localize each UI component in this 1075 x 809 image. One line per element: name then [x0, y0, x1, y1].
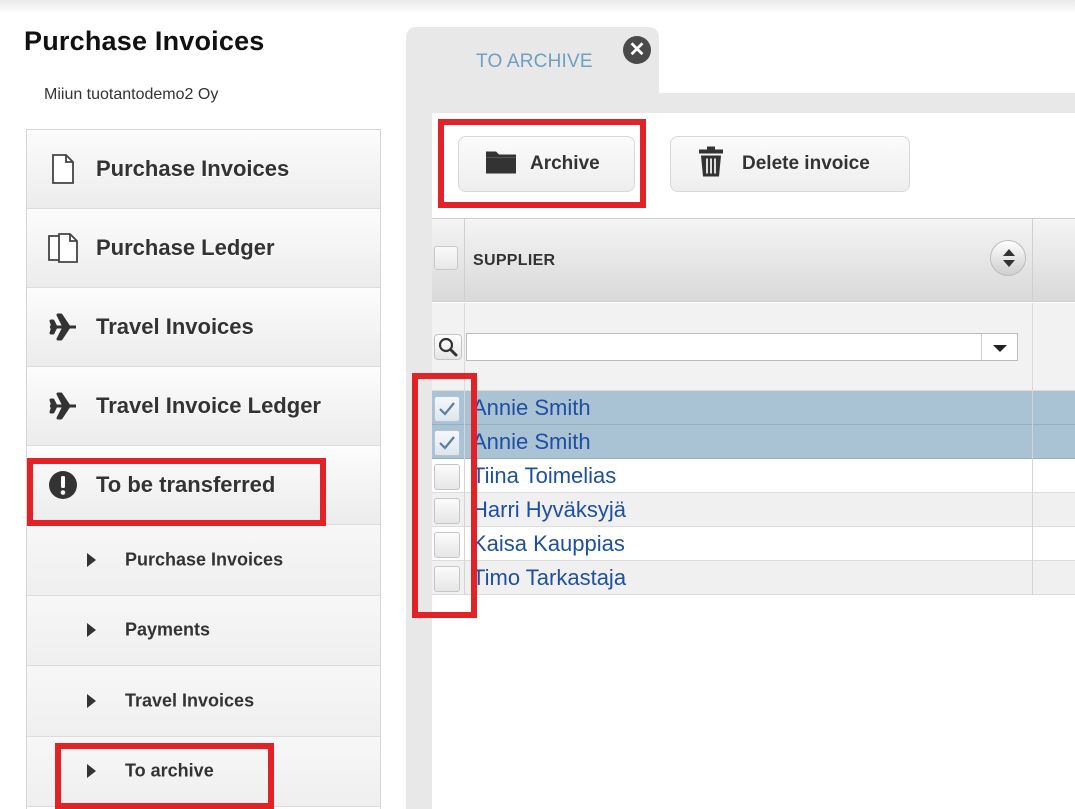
sidebar-subitem-label: Payments — [125, 619, 211, 640]
column-divider — [1032, 391, 1033, 425]
column-divider — [464, 391, 465, 425]
sidebar-item-label: To be transferred — [96, 472, 276, 497]
chevron-down-icon — [993, 345, 1007, 352]
sidebar-item-purchase-invoices[interactable]: Purchase Invoices — [27, 130, 380, 209]
sidebar-item-to-be-transferred[interactable]: To be transferred — [27, 446, 380, 525]
column-divider — [464, 218, 465, 302]
sidebar-subitem-payments[interactable]: Payments — [27, 595, 380, 666]
column-divider — [1032, 459, 1033, 493]
table-row[interactable]: Timo Tarkastaja — [432, 561, 1075, 595]
airplane-icon — [47, 390, 79, 422]
row-checkbox[interactable] — [434, 532, 460, 558]
archive-button[interactable]: Archive — [458, 136, 635, 192]
supplier-filter-input[interactable] — [466, 333, 1018, 361]
delete-invoice-button-label: Delete invoice — [742, 153, 870, 174]
sidebar-item-travel-invoices[interactable]: Travel Invoices — [27, 288, 380, 367]
folder-icon — [485, 149, 517, 180]
column-divider — [464, 493, 465, 527]
sidebar-item-purchase-ledger[interactable]: Purchase Ledger — [27, 209, 380, 288]
caret-right-icon — [87, 552, 96, 567]
sidebar-subitem-purchase-invoices[interactable]: Purchase Invoices — [27, 525, 380, 596]
column-divider — [1032, 425, 1033, 459]
column-divider — [1032, 527, 1033, 561]
column-divider — [464, 303, 465, 391]
sort-up-arrow — [1003, 249, 1015, 256]
column-divider — [464, 527, 465, 561]
sidebar-subitem-travel-invoices[interactable]: Travel Invoices — [27, 666, 380, 737]
select-all-checkbox[interactable] — [434, 246, 458, 270]
column-divider — [1032, 493, 1033, 527]
table-row[interactable]: Annie Smith — [432, 391, 1075, 425]
sidebar-subitem-to-archive[interactable]: To archive — [27, 736, 380, 807]
supplier-name[interactable]: Harri Hyväksyjä — [472, 497, 626, 523]
company-name: Miiun tuotantodemo2 Oy — [44, 86, 219, 103]
supplier-name[interactable]: Tiina Toimelias — [472, 463, 616, 489]
close-icon[interactable]: ✕ — [623, 36, 651, 64]
app-title: Purchase Invoices — [24, 26, 265, 56]
supplier-name[interactable]: Annie Smith — [472, 395, 591, 421]
archive-button-label: Archive — [530, 153, 600, 174]
row-checkbox[interactable] — [434, 430, 460, 456]
column-header-supplier[interactable]: SUPPLIER — [473, 252, 555, 270]
supplier-name[interactable]: Kaisa Kauppias — [472, 531, 625, 557]
document-icon — [47, 153, 79, 185]
trash-icon — [697, 146, 725, 183]
sidebar-subitem-label: Travel Invoices — [125, 690, 255, 711]
table-row[interactable]: Tiina Toimelias — [432, 459, 1075, 493]
column-divider — [464, 561, 465, 595]
column-divider — [1032, 218, 1033, 302]
airplane-icon — [47, 311, 79, 343]
delete-invoice-button[interactable]: Delete invoice — [670, 136, 910, 192]
row-checkbox[interactable] — [434, 396, 460, 422]
sidebar-item-label: Travel Invoice Ledger — [96, 393, 321, 418]
row-checkbox[interactable] — [434, 498, 460, 524]
row-checkbox[interactable] — [434, 566, 460, 592]
sort-down-arrow — [1003, 260, 1015, 267]
caret-right-icon — [87, 693, 96, 708]
sidebar-item-label: Purchase Invoices — [96, 156, 290, 181]
exclamation-icon — [47, 469, 79, 501]
page: Purchase Invoices Miiun tuotantodemo2 Oy… — [0, 0, 1075, 809]
sidebar-item-label: Purchase Ledger — [96, 235, 275, 260]
column-divider — [1032, 303, 1033, 391]
column-divider — [1032, 561, 1033, 595]
filter-dropdown-button[interactable] — [981, 334, 1017, 360]
table-row[interactable]: Harri Hyväksyjä — [432, 493, 1075, 527]
table-row[interactable]: Annie Smith — [432, 425, 1075, 459]
column-divider — [464, 425, 465, 459]
caret-right-icon — [87, 764, 96, 779]
row-checkbox[interactable] — [434, 464, 460, 490]
sidebar-subitem-label: Purchase Invoices — [125, 549, 284, 570]
sidebar-item-travel-invoice-ledger[interactable]: Travel Invoice Ledger — [27, 367, 380, 446]
top-shadow — [0, 0, 1075, 14]
column-divider — [464, 459, 465, 493]
sidebar-nav: Purchase Invoices Purchase Ledger Travel… — [26, 129, 381, 809]
caret-right-icon — [87, 623, 96, 638]
tab-label: TO ARCHIVE — [476, 51, 593, 72]
sort-icon[interactable] — [990, 240, 1026, 276]
sidebar-item-label: Travel Invoices — [96, 314, 254, 339]
supplier-name[interactable]: Annie Smith — [472, 429, 591, 455]
table-row[interactable]: Kaisa Kauppias — [432, 527, 1075, 561]
documents-icon — [47, 232, 79, 264]
sidebar-subitem-label: To archive — [125, 760, 214, 781]
search-icon[interactable] — [434, 334, 462, 360]
supplier-name[interactable]: Timo Tarkastaja — [472, 565, 626, 591]
